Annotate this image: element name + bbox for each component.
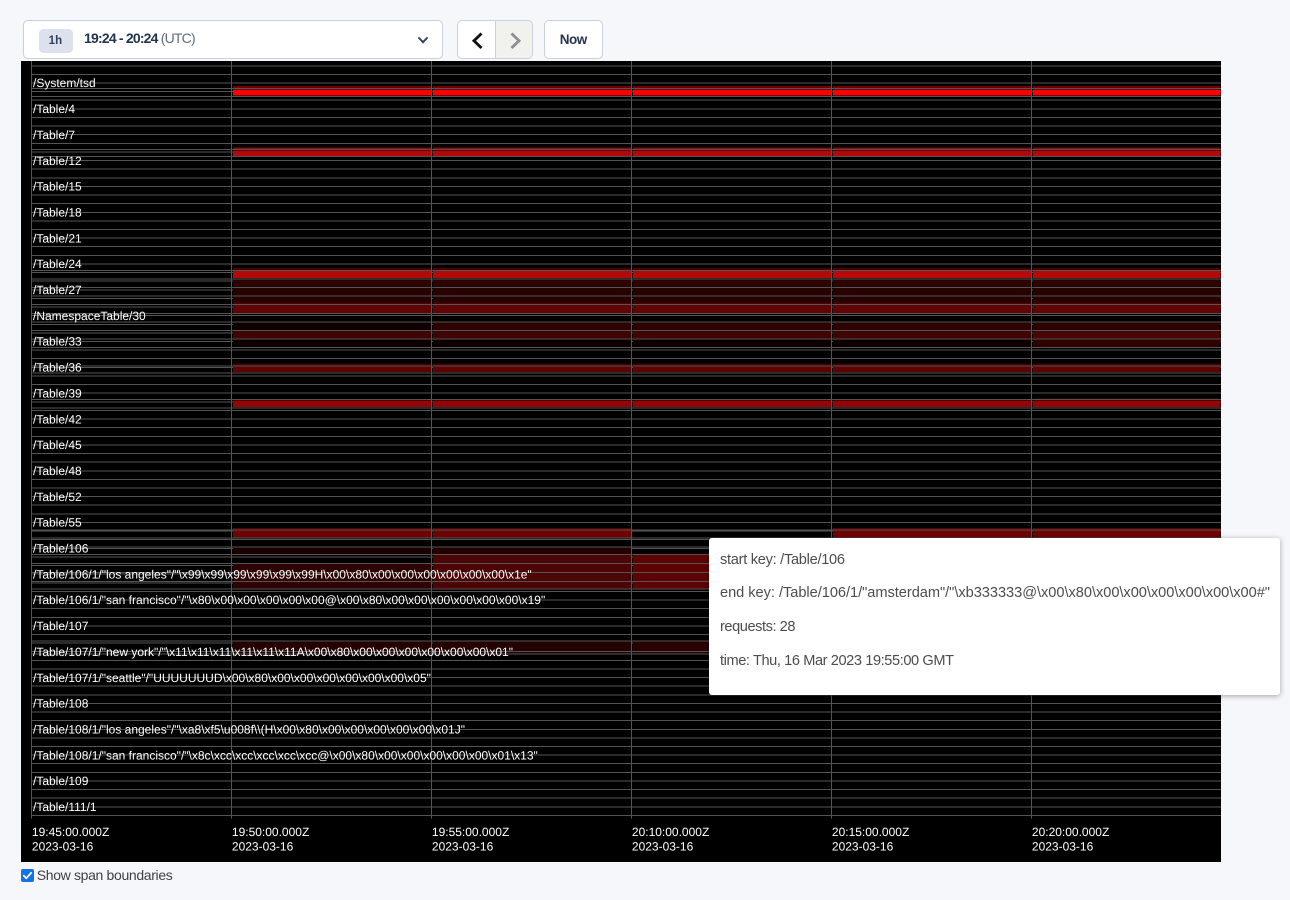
svg-text:/Table/45: /Table/45: [33, 438, 82, 452]
svg-text:/Table/12: /Table/12: [33, 154, 82, 168]
svg-text:19:45:00.000Z: 19:45:00.000Z: [32, 825, 109, 839]
svg-text:2023-03-16: 2023-03-16: [832, 840, 894, 854]
svg-text:2023-03-16: 2023-03-16: [32, 840, 94, 854]
svg-text:/Table/109: /Table/109: [33, 774, 89, 788]
svg-text:20:10:00.000Z: 20:10:00.000Z: [632, 825, 709, 839]
svg-text:/Table/106/1/"san francisco"/": /Table/106/1/"san francisco"/"\x80\x00\x…: [33, 593, 545, 607]
svg-text:/Table/39: /Table/39: [33, 386, 82, 400]
svg-text:/Table/107/1/"new york"/"\x11\: /Table/107/1/"new york"/"\x11\x11\x11\x1…: [33, 645, 513, 659]
svg-text:/Table/108/1/"san francisco"/": /Table/108/1/"san francisco"/"\x8c\xcc\x…: [33, 748, 538, 762]
svg-text:19:50:00.000Z: 19:50:00.000Z: [232, 825, 309, 839]
svg-text:/Table/21: /Table/21: [33, 231, 82, 245]
svg-text:/System/tsd: /System/tsd: [33, 76, 96, 90]
svg-text:2023-03-16: 2023-03-16: [232, 840, 294, 854]
svg-text:/Table/55: /Table/55: [33, 516, 82, 530]
svg-text:/NamespaceTable/30: /NamespaceTable/30: [33, 309, 146, 323]
svg-text:/Table/36: /Table/36: [33, 361, 82, 375]
svg-text:/Table/24: /Table/24: [33, 257, 82, 271]
svg-text:/Table/107/1/"seattle"/"UUUUUU: /Table/107/1/"seattle"/"UUUUUUUD\x00\x80…: [33, 671, 431, 685]
svg-text:2023-03-16: 2023-03-16: [1032, 840, 1094, 854]
svg-text:2023-03-16: 2023-03-16: [432, 840, 494, 854]
svg-text:/Table/108/1/"los angeles"/"\x: /Table/108/1/"los angeles"/"\xa8\xf5\u00…: [33, 722, 465, 736]
svg-text:/Table/107: /Table/107: [33, 619, 89, 633]
svg-text:/Table/52: /Table/52: [33, 490, 82, 504]
svg-text:/Table/48: /Table/48: [33, 464, 82, 478]
svg-text:/Table/7: /Table/7: [33, 128, 75, 142]
svg-text:/Table/18: /Table/18: [33, 205, 82, 219]
svg-text:/Table/42: /Table/42: [33, 412, 82, 426]
svg-text:/Table/106/1/"los angeles"/"\x: /Table/106/1/"los angeles"/"\x99\x99\x99…: [33, 567, 532, 581]
svg-text:2023-03-16: 2023-03-16: [632, 840, 694, 854]
svg-text:/Table/111/1: /Table/111/1: [33, 800, 97, 814]
svg-text:/Table/4: /Table/4: [33, 102, 75, 116]
svg-text:20:15:00.000Z: 20:15:00.000Z: [832, 825, 909, 839]
svg-text:19:55:00.000Z: 19:55:00.000Z: [432, 825, 509, 839]
svg-text:20:20:00.000Z: 20:20:00.000Z: [1032, 825, 1109, 839]
svg-text:/Table/27: /Table/27: [33, 283, 82, 297]
svg-text:/Table/33: /Table/33: [33, 335, 82, 349]
svg-text:/Table/106: /Table/106: [33, 542, 89, 556]
svg-text:/Table/108: /Table/108: [33, 697, 89, 711]
svg-text:/Table/15: /Table/15: [33, 180, 82, 194]
